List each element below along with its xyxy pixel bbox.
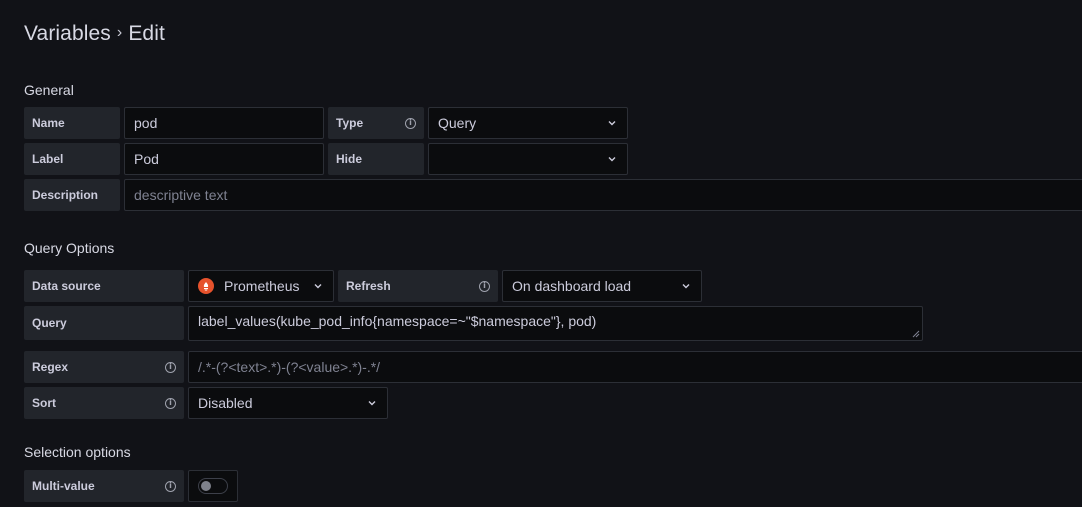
- regex-label: Regex i: [24, 351, 184, 383]
- query-textarea-value: label_values(kube_pod_info{namespace=~"$…: [198, 313, 597, 329]
- chevron-down-icon: [314, 284, 322, 289]
- name-input-value: pod: [134, 115, 158, 131]
- name-label-text: Name: [32, 116, 65, 130]
- section-title-general: General: [24, 82, 74, 98]
- multivalue-label: Multi-value i: [24, 470, 184, 502]
- type-select-value: Query: [438, 115, 477, 131]
- description-label-text: Description: [32, 188, 99, 202]
- section-title-selection-options: Selection options: [24, 444, 131, 460]
- breadcrumb-variables[interactable]: Variables: [24, 22, 111, 46]
- breadcrumb-separator: ›: [116, 24, 123, 41]
- label-label: Label: [24, 143, 120, 175]
- refresh-select[interactable]: On dashboard load: [502, 270, 702, 302]
- sort-label: Sort i: [24, 387, 184, 419]
- hide-label: Hide: [328, 143, 424, 175]
- info-circle-icon[interactable]: i: [165, 480, 176, 492]
- sort-select-value: Disabled: [198, 395, 253, 411]
- multivalue-toggle[interactable]: [198, 478, 228, 494]
- chevron-down-icon: [608, 121, 616, 126]
- description-placeholder: descriptive text: [134, 187, 228, 203]
- type-select[interactable]: Query: [428, 107, 628, 139]
- regex-placeholder: /.*-(?<text>.*)-(?<value>.*)-.*/: [198, 359, 381, 375]
- query-label-text: Query: [32, 316, 67, 330]
- datasource-select[interactable]: Prometheus: [188, 270, 334, 302]
- section-title-query-options: Query Options: [24, 240, 115, 256]
- multivalue-label-text: Multi-value: [32, 479, 95, 493]
- prometheus-logo-icon: [198, 278, 214, 294]
- info-circle-icon[interactable]: i: [479, 280, 490, 292]
- hide-select[interactable]: [428, 143, 628, 175]
- refresh-label: Refresh i: [338, 270, 498, 302]
- chevron-down-icon: [608, 157, 616, 162]
- info-circle-icon[interactable]: i: [165, 361, 176, 373]
- resize-handle-icon[interactable]: [912, 330, 920, 338]
- query-label: Query: [24, 306, 184, 340]
- chevron-down-icon: [682, 284, 690, 289]
- refresh-select-value: On dashboard load: [512, 278, 632, 294]
- multivalue-toggle-container: [188, 470, 238, 502]
- sort-label-text: Sort: [32, 396, 56, 410]
- info-circle-icon[interactable]: i: [405, 117, 416, 129]
- description-input[interactable]: descriptive text: [124, 179, 1082, 211]
- name-input[interactable]: pod: [124, 107, 324, 139]
- datasource-label-text: Data source: [32, 279, 101, 293]
- regex-input[interactable]: /.*-(?<text>.*)-(?<value>.*)-.*/: [188, 351, 1082, 383]
- label-input-value: Pod: [134, 151, 159, 167]
- label-input[interactable]: Pod: [124, 143, 324, 175]
- hide-label-text: Hide: [336, 152, 363, 166]
- chevron-down-icon: [368, 401, 376, 406]
- type-label-text: Type: [336, 116, 364, 130]
- toggle-knob: [201, 481, 211, 491]
- breadcrumb-edit: Edit: [128, 22, 165, 45]
- description-label: Description: [24, 179, 120, 211]
- label-label-text: Label: [32, 152, 64, 166]
- page-title: Variables › Edit: [24, 22, 165, 46]
- sort-select[interactable]: Disabled: [188, 387, 388, 419]
- refresh-label-text: Refresh: [346, 279, 391, 293]
- type-label: Type i: [328, 107, 424, 139]
- datasource-select-content: Prometheus: [198, 278, 299, 294]
- datasource-select-value: Prometheus: [224, 278, 300, 294]
- datasource-label: Data source: [24, 270, 184, 302]
- query-textarea[interactable]: label_values(kube_pod_info{namespace=~"$…: [188, 306, 923, 341]
- info-circle-icon[interactable]: i: [165, 397, 176, 409]
- name-label: Name: [24, 107, 120, 139]
- regex-label-text: Regex: [32, 360, 69, 374]
